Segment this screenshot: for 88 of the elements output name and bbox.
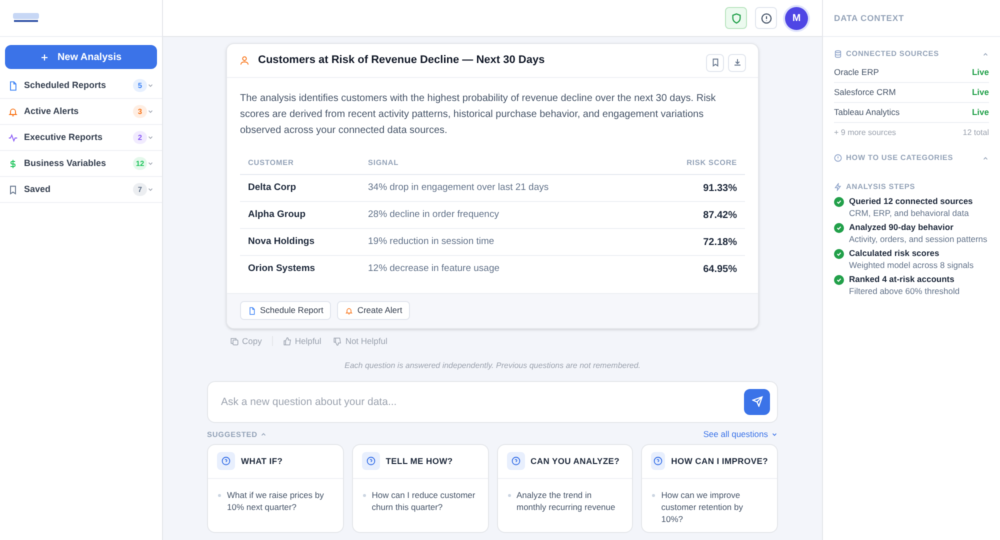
send-icon [752, 396, 762, 408]
user-avatar[interactable]: M [785, 6, 808, 30]
info-button[interactable] [755, 7, 777, 29]
result-title: Customers at Risk of Revenue Decline — Next 30 Days [258, 53, 546, 68]
suggestion-card[interactable]: CAN YOU ANALYZE? Analyze the trend in monthly recurring revenue [496, 444, 634, 533]
bullet-icon [362, 494, 366, 497]
thumbs-down-icon [333, 336, 342, 346]
question-icon [362, 452, 380, 470]
table-cell: Nova Holdings [240, 228, 360, 256]
bullet-icon [218, 494, 221, 497]
chevron-down-icon [147, 134, 154, 141]
more-sources-text: + 9 more sources [834, 127, 896, 139]
bookmark-button[interactable] [706, 54, 724, 72]
plus-icon [40, 52, 50, 62]
step-title: Ranked 4 at-risk accounts [849, 274, 956, 285]
card-title: HOW CAN I IMPROVE? [671, 454, 768, 468]
step-detail: Activity, orders, and session patterns [849, 233, 988, 245]
suggested-question: What if we raise prices by 10% next quarter? [227, 488, 325, 513]
info-icon [760, 12, 772, 24]
suggested-question: Analyze the trend in monthly recurring revenue [516, 488, 616, 513]
info-icon [834, 154, 842, 162]
source-name: Salesforce CRM [834, 86, 896, 99]
table-cell: 64.95% [648, 256, 745, 283]
table-cell: Alpha Group [240, 202, 360, 229]
bullet-icon [508, 494, 510, 497]
status-text: Live [972, 66, 989, 79]
source-name: Tableau Analytics [834, 106, 900, 119]
card-title: TELL ME HOW? [386, 454, 453, 468]
see-all-link[interactable]: See all questions [703, 428, 778, 442]
source-name: Oracle ERP [834, 66, 879, 79]
table-cell: 87.42% [648, 202, 745, 229]
table-cell: Delta Corp [240, 174, 360, 202]
chevron-down-icon [147, 82, 154, 89]
bookmark-icon [710, 58, 720, 67]
chevron-up-icon [982, 50, 989, 58]
suggestion-card[interactable]: WHAT IF? What if we raise prices by 10% next quarter? [207, 444, 344, 533]
step-detail: Filtered above 60% threshold [849, 285, 960, 297]
table-cell: 91.33% [648, 174, 745, 202]
status-text: Live [972, 86, 989, 99]
card-title: WHAT IF? [241, 454, 283, 468]
question-icon [217, 452, 235, 470]
chevron-up-icon [982, 154, 989, 162]
suggestion-card[interactable]: TELL ME HOW? How can I reduce customer churn this quarter? [352, 444, 488, 533]
document-icon [248, 306, 256, 315]
chevron-down-icon [771, 431, 778, 438]
total-count: 12 total [962, 127, 989, 139]
schedule-report-button[interactable]: Schedule Report [240, 301, 332, 320]
question-icon [506, 452, 524, 470]
shield-button[interactable] [725, 7, 747, 29]
send-button[interactable] [744, 388, 770, 415]
table-cell: 72.18% [648, 228, 745, 256]
panel-title: DATA CONTEXT [834, 12, 904, 24]
card-title: CAN YOU ANALYZE? [530, 454, 620, 468]
step-title: Analyzed 90-day behavior [849, 222, 954, 233]
suggested-question: How can we improve customer retention by 10%? [661, 488, 744, 525]
chevron-down-icon [147, 186, 154, 193]
bell-icon [345, 306, 354, 315]
thumbs-up-icon [282, 336, 292, 346]
status-text: Live [972, 106, 989, 119]
lightning-icon [834, 183, 842, 191]
summary-paragraph: The analysis identifies customers with the highest probability of revenue decline over the next 30 days. Risk scores are derived from recent activity patterns, historical purchase behavior, and engagement variations observed across your connected data sources. [240, 92, 717, 138]
shield-icon [730, 12, 742, 24]
table-cell: 28% decline in order frequency [360, 202, 648, 229]
chevron-down-icon [147, 160, 154, 167]
copy-icon [230, 336, 239, 346]
chevron-down-icon [147, 108, 154, 115]
new-analysis-button[interactable]: New Analysis [5, 45, 157, 69]
table-cell: 12% decrease in feature usage [360, 256, 648, 283]
step-detail: Weighted model across 8 signals [849, 259, 974, 271]
download-button[interactable] [728, 54, 746, 72]
bullet-icon [652, 494, 656, 497]
step-detail: CRM, ERP, and behavioral data [849, 207, 970, 219]
table-cell: 19% reduction in session time [360, 228, 648, 256]
question-icon [651, 452, 666, 470]
create-alert-button[interactable]: Create Alert [337, 301, 410, 320]
step-title: Queried 12 connected sources [849, 196, 973, 207]
chevron-up-icon [260, 431, 268, 438]
logo-icon [12, 12, 40, 24]
table-cell: Orion Systems [240, 256, 360, 283]
memory-note: Each question is answered independently. Previous questions are not remembered. [343, 360, 642, 372]
question-input[interactable]: Ask a new question about your data... [207, 380, 778, 423]
table-cell: 34% drop in engagement over last 21 days [360, 174, 648, 202]
suggestion-card[interactable]: HOW CAN I IMPROVE? How can we improve customer retention by 10%? [641, 444, 778, 533]
person-icon [239, 55, 250, 66]
suggested-question: How can I reduce customer churn this quarter? [372, 488, 476, 513]
download-icon [732, 58, 742, 67]
database-icon [834, 50, 842, 58]
step-title: Calculated risk scores [849, 248, 940, 259]
